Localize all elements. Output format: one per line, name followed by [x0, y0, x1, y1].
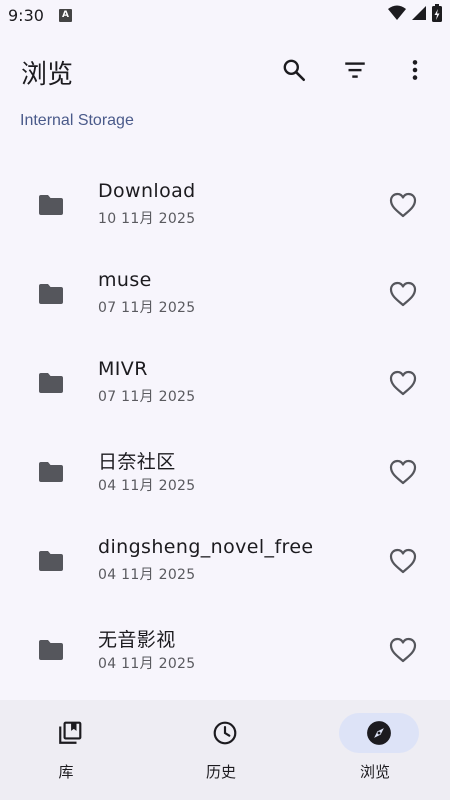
- file-date: 07 11月 2025: [98, 389, 196, 405]
- nav-label: 历史: [205, 763, 236, 781]
- file-name: 无音影视: [98, 629, 176, 651]
- file-date: 04 11月 2025: [98, 478, 196, 494]
- search-icon[interactable]: [280, 56, 308, 84]
- favorite-icon[interactable]: [388, 547, 418, 575]
- top-app-bar: 浏览: [0, 44, 450, 96]
- nav-item-history[interactable]: 历史: [146, 700, 296, 800]
- favorite-icon[interactable]: [388, 636, 418, 664]
- list-item[interactable]: 日奈社区 04 11月 2025: [0, 427, 450, 516]
- nav-label: 库: [58, 763, 74, 781]
- file-name: Download: [98, 180, 196, 202]
- favorite-icon[interactable]: [388, 280, 418, 308]
- file-date: 07 11月 2025: [98, 300, 196, 316]
- bottom-navigation: 库 历史 浏览: [0, 700, 450, 800]
- favorite-icon[interactable]: [388, 458, 418, 486]
- folder-icon: [38, 194, 64, 220]
- filter-icon[interactable]: [341, 56, 369, 84]
- explore-icon: [339, 713, 419, 753]
- status-icons: [388, 4, 442, 26]
- more-vert-icon[interactable]: [401, 56, 429, 84]
- folder-icon: [38, 372, 64, 398]
- nav-item-library[interactable]: 库: [0, 700, 141, 800]
- list-item[interactable]: muse 07 11月 2025: [0, 249, 450, 338]
- folder-icon: [38, 550, 64, 576]
- battery-charging-icon: [432, 4, 442, 26]
- nav-item-browse[interactable]: 浏览: [300, 700, 450, 800]
- signal-icon: [411, 5, 427, 25]
- file-name: dingsheng_novel_free: [98, 536, 314, 558]
- favorite-icon[interactable]: [388, 191, 418, 219]
- folder-icon: [38, 639, 64, 665]
- file-date: 10 11月 2025: [98, 211, 196, 227]
- favorite-icon[interactable]: [388, 369, 418, 397]
- file-name: 日奈社区: [98, 451, 176, 473]
- page-title: 浏览: [21, 60, 74, 90]
- file-date: 04 11月 2025: [98, 567, 196, 583]
- library-icon: [30, 713, 110, 753]
- wifi-icon: [388, 5, 406, 25]
- list-item[interactable]: 无音影视 04 11月 2025: [0, 605, 450, 694]
- file-date: 04 11月 2025: [98, 656, 196, 672]
- folder-icon: [38, 283, 64, 309]
- file-name: MIVR: [98, 358, 148, 380]
- list-item[interactable]: dingsheng_novel_free 04 11月 2025: [0, 516, 450, 605]
- notification-icon: A: [59, 9, 72, 22]
- status-bar: 9:30 A: [0, 0, 450, 30]
- breadcrumb[interactable]: Internal Storage: [20, 112, 134, 130]
- history-icon: [185, 713, 265, 753]
- nav-label: 浏览: [359, 763, 390, 781]
- file-name: muse: [98, 269, 152, 291]
- list-item[interactable]: MIVR 07 11月 2025: [0, 338, 450, 427]
- list-item[interactable]: Download 10 11月 2025: [0, 160, 450, 249]
- status-time: 9:30: [8, 6, 44, 25]
- folder-icon: [38, 461, 64, 487]
